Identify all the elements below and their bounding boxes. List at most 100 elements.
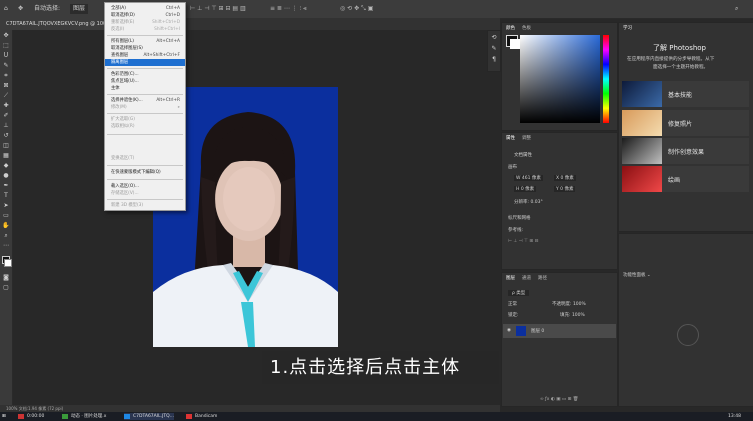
learn-item-fix-photo[interactable]: 修复照片 — [622, 110, 749, 136]
menu-item-color-range[interactable]: 色彩范围(C)... — [105, 71, 185, 78]
menu-item-deselect[interactable]: 取消选择(D) Ctrl+D — [105, 12, 185, 19]
menu-item-quick-mask[interactable]: 在快速蒙版模式下编辑(Q) — [105, 169, 185, 176]
healing-tool-icon[interactable]: ✚ — [2, 102, 10, 109]
menu-item-reselect[interactable]: 重新选择(E) Shift+Ctrl+D — [105, 19, 185, 26]
menu-item-new-3d[interactable]: 新建 3D 模型(3) — [105, 202, 185, 209]
brush-settings-icon[interactable]: ✎ — [490, 45, 498, 52]
canvas-y-field[interactable]: Y 0 像素 — [554, 186, 576, 192]
lasso-tool-icon[interactable]: ᑌ — [2, 52, 10, 59]
brush-tool-icon[interactable]: ✐ — [2, 112, 10, 119]
quick-select-tool-icon[interactable]: ✎ — [2, 62, 10, 69]
canvas-x-field[interactable]: X 0 像素 — [554, 175, 576, 181]
start-icon[interactable]: ⊞ — [2, 413, 6, 420]
learn-subtitle-line1: 在应用程序内直接提供的分步导教程。从下 — [627, 57, 715, 62]
align-options-icons[interactable]: ⊢ ⊥ ⊣ ⊤ ⊞ ⊟ — [508, 239, 538, 244]
eraser-tool-icon[interactable]: ◫ — [2, 142, 10, 149]
menu-item-modify[interactable]: 修改(M) ▸ — [105, 104, 185, 111]
menu-item-grow[interactable]: 扩大选取(G) — [105, 116, 185, 123]
tab-color[interactable]: 颜色 — [506, 25, 515, 31]
stamp-tool-icon[interactable]: ⊥ — [2, 122, 10, 129]
auto-select-target[interactable]: 图层 — [70, 4, 89, 14]
pen-tool-icon[interactable]: ✒ — [2, 182, 10, 189]
paragraph-icon[interactable]: ¶ — [490, 56, 498, 63]
menu-item-all[interactable]: 全部(A) Ctrl+A — [105, 5, 185, 12]
learn-item-creative-effects[interactable]: 制作创意效果 — [622, 138, 749, 164]
menu-item-focus-area[interactable]: 焦点区域(U)... — [105, 78, 185, 85]
tab-layers[interactable]: 图层 — [506, 275, 515, 281]
learn-item-painting[interactable]: 绘画 — [622, 166, 749, 192]
tab-paths[interactable]: 路径 — [538, 275, 547, 281]
menu-item-select-and-mask[interactable]: 选择并遮住(K)... Alt+Ctrl+R — [105, 97, 185, 104]
taskbar-clock[interactable]: 13:48 — [728, 413, 741, 420]
align-icons[interactable]: ⊢ ⊥ ⊣ ⊤ ⊞ ⊟ ▤ ▥ — [190, 4, 246, 14]
tab-channels[interactable]: 通道 — [522, 275, 531, 281]
canvas-width-field[interactable]: W 461 像素 — [514, 175, 543, 181]
menu-item-subject[interactable]: 主体 — [105, 85, 185, 92]
history-icon[interactable]: ⟲ — [490, 34, 498, 41]
shape-tool-icon[interactable]: ▭ — [2, 212, 10, 219]
move-tool-icon[interactable]: ✥ — [2, 32, 10, 39]
blend-mode-select[interactable]: 正常 — [508, 301, 517, 307]
tools-panel: ✥ ⬚ ᑌ ✎ ⌗ ⊠ ⟋ ✚ ✐ ⊥ ↺ ◫ ▦ ◆ ● ✒ T ➤ ▭ ✋ … — [0, 30, 13, 405]
layer-kind-filter[interactable]: ρ 类型 — [508, 290, 530, 296]
learn-title: 了解 Photoshop — [653, 44, 707, 52]
tab-properties[interactable]: 属性 — [506, 135, 515, 141]
auto-select-label[interactable]: 自动选择: — [34, 4, 60, 14]
color-field[interactable] — [520, 35, 600, 123]
more-tools-icon[interactable]: ⋯ — [2, 242, 10, 249]
background-color-chip[interactable] — [510, 39, 520, 49]
hue-slider[interactable] — [603, 35, 609, 123]
path-select-icon[interactable]: ➤ — [2, 202, 10, 209]
crop-tool-icon[interactable]: ⌗ — [2, 72, 10, 79]
menu-item-similar[interactable]: 选取相似(R) — [105, 123, 185, 130]
distribute-icons[interactable]: ≡ ≣ ⋯ ⋮ ⫶ ⫷ — [270, 4, 306, 14]
learn-item-label: 修复照片 — [668, 121, 693, 128]
eyedropper-tool-icon[interactable]: ⟋ — [2, 92, 10, 99]
layer-name[interactable]: 图层 0 — [531, 328, 544, 334]
layer-row[interactable]: ◉ 图层 0 — [503, 324, 616, 338]
menu-item-save-selection[interactable]: 存储选区(V)... — [105, 190, 185, 197]
search-icon[interactable]: ⌕ — [735, 4, 738, 14]
fill-field[interactable]: 填充: 100% — [560, 312, 585, 318]
background-color-swatch[interactable] — [4, 259, 12, 267]
zoom-tool-icon[interactable]: ⌕ — [2, 232, 10, 239]
dodge-tool-icon[interactable]: ● — [2, 172, 10, 179]
gradient-tool-icon[interactable]: ▦ — [2, 152, 10, 159]
menu-item-all-layers[interactable]: 所有图层(L) Alt+Ctrl+A — [105, 38, 185, 45]
opacity-field[interactable]: 不透明度: 100% — [552, 301, 586, 307]
taskbar-item-photoshop[interactable]: C7DTA67AIL.JTQ... — [124, 413, 174, 420]
marquee-tool-icon[interactable]: ⬚ — [2, 42, 10, 49]
learn-item-thumbnail — [622, 166, 662, 192]
libraries-dropdown[interactable]: 功能性面板 ⌄ — [623, 272, 651, 278]
3d-mode-icons[interactable]: ◎ ⟲ ✥ ⤡ ▣ — [340, 4, 373, 14]
menu-item-isolate-layers[interactable]: 隔离图层 — [105, 59, 185, 66]
tab-swatches[interactable]: 色板 — [522, 25, 531, 31]
status-bar: 100% 文档:1.94 像素 (72 ppi) — [0, 405, 500, 412]
menu-item-find-layers[interactable]: 查找图层 Alt+Shift+Ctrl+F — [105, 52, 185, 59]
blur-tool-icon[interactable]: ◆ — [2, 162, 10, 169]
history-brush-icon[interactable]: ↺ — [2, 132, 10, 139]
taskbar-item-browser[interactable]: 动态 · 图片处理.x — [62, 413, 106, 420]
menu-item-load-selection[interactable]: 载入选区(O)... — [105, 183, 185, 190]
layer-actions-icons[interactable]: ∞ ƒx ◐ ▣ ▭ ⊞ 🗑 — [540, 397, 579, 402]
home-icon[interactable]: ⌂ — [4, 4, 8, 14]
eye-icon[interactable]: ◉ — [507, 328, 511, 333]
move-tool-icon[interactable]: ✥ — [18, 4, 23, 14]
menu-separator — [107, 134, 183, 135]
tab-learn[interactable]: 学习 — [623, 25, 632, 31]
frame-tool-icon[interactable]: ⊠ — [2, 82, 10, 89]
learn-item-basic-skills[interactable]: 基本技能 — [622, 81, 749, 107]
learn-item-thumbnail — [622, 110, 662, 136]
quick-mask-icon[interactable]: ◙ — [2, 274, 10, 281]
canvas-height-field[interactable]: H 0 像素 — [514, 186, 537, 192]
type-tool-icon[interactable]: T — [2, 192, 10, 199]
hand-tool-icon[interactable]: ✋ — [2, 222, 10, 229]
guides-label: 参考线: — [508, 228, 524, 233]
taskbar-item-recorder[interactable]: 0:00:00 — [18, 413, 44, 420]
tab-adjustments[interactable]: 调整 — [522, 135, 531, 141]
menu-item-transform-selection[interactable]: 变换选区(T) — [105, 155, 185, 162]
screen-mode-icon[interactable]: ▢ — [2, 284, 10, 291]
menu-item-inverse[interactable]: 反选(I) Shift+Ctrl+I — [105, 26, 185, 33]
menu-item-deselect-layers[interactable]: 取消选择图层(S) — [105, 45, 185, 52]
taskbar-item-bandicam[interactable]: Bandicam — [186, 413, 217, 420]
